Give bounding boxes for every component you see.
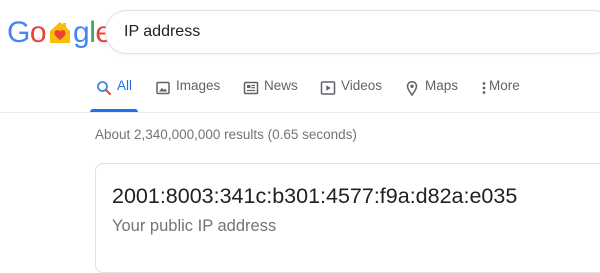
play-icon <box>320 80 336 96</box>
image-icon <box>155 80 171 96</box>
tab-all[interactable]: All <box>89 78 139 112</box>
result-stats: About 2,340,000,000 results (0.65 second… <box>95 127 357 142</box>
tab-label: News <box>264 78 298 93</box>
tab-maps[interactable]: Maps <box>404 78 458 112</box>
ip-answer-card: 2001:8003:341c:b301:4577:f9a:d82a:e035 Y… <box>95 163 600 273</box>
kebab-menu-icon <box>481 80 489 96</box>
logo-letter-g2: g <box>73 16 90 49</box>
tab-label: More <box>489 78 520 93</box>
logo-letter-o: o <box>29 16 47 49</box>
tab-label: All <box>117 78 133 93</box>
tab-label: Videos <box>341 78 383 93</box>
google-logo[interactable]: Go gle <box>7 15 112 51</box>
search-icon <box>96 80 112 96</box>
tab-images[interactable]: Images <box>155 78 220 112</box>
house-heart-icon <box>47 18 73 44</box>
public-ip-label: Your public IP address <box>112 217 277 235</box>
news-icon <box>243 80 259 96</box>
search-input[interactable] <box>124 11 584 53</box>
tab-label: Images <box>176 78 221 93</box>
tabs-divider <box>0 112 600 113</box>
tab-news[interactable]: News <box>243 78 298 112</box>
tab-label: Maps <box>425 78 459 93</box>
search-tabs: All Images News Videos Maps More <box>0 72 600 112</box>
logo-letter-g: G <box>7 16 30 49</box>
public-ip-value: 2001:8003:341c:b301:4577:f9a:d82a:e035 <box>112 184 518 208</box>
tab-more[interactable]: More <box>481 78 520 112</box>
map-pin-icon <box>404 80 420 97</box>
search-box[interactable] <box>105 10 600 54</box>
tab-videos[interactable]: Videos <box>320 78 382 112</box>
